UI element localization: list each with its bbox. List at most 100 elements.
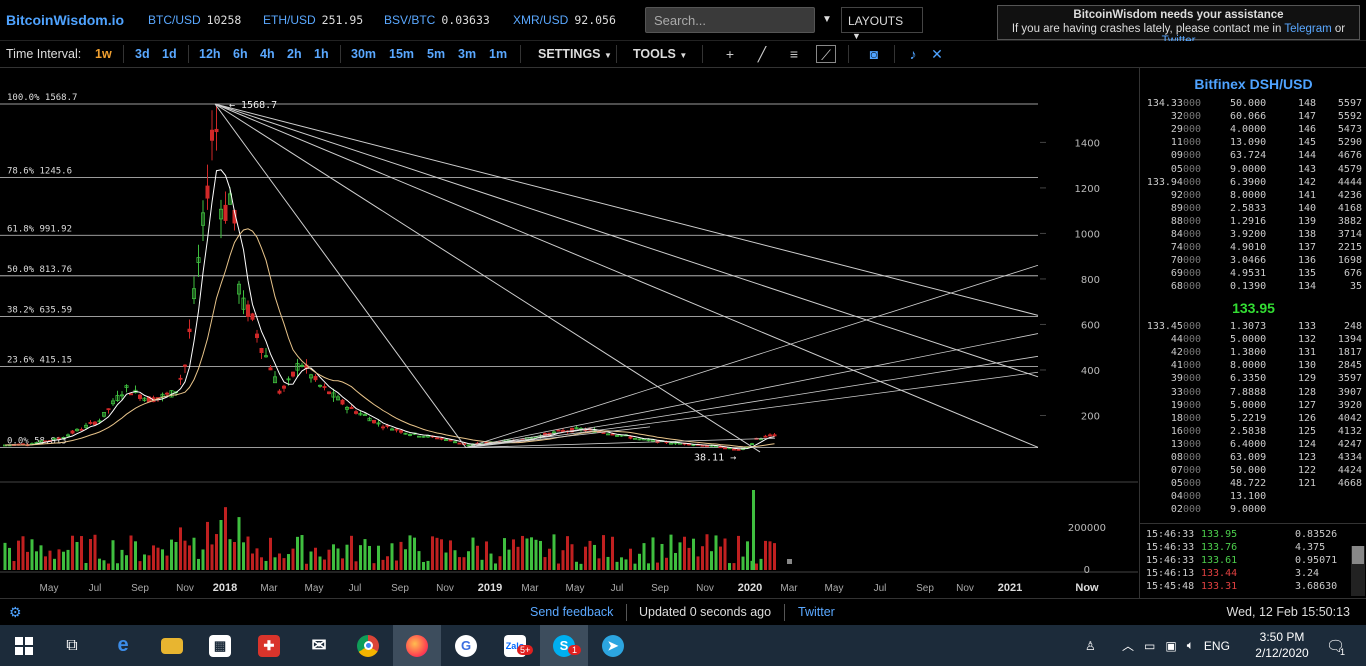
ask-row[interactable]: 84000 3.9200 138 3714 <box>1140 229 1366 242</box>
bid-row[interactable]: 05000 48.722 121 4668 <box>1140 478 1366 491</box>
search-dropdown-icon[interactable]: ▼ <box>818 10 836 30</box>
ask-row[interactable]: 70000 3.0466 136 1698 <box>1140 255 1366 268</box>
ask-row[interactable]: 29000 4.0000 146 5473 <box>1140 124 1366 137</box>
ticker-btc[interactable]: BTC/USD 10258 <box>148 13 241 27</box>
network-icon: ▣ <box>1165 638 1177 653</box>
trendline-icon[interactable]: ╱ <box>752 45 772 63</box>
ticker-xmr[interactable]: XMR/USD 92.056 <box>513 13 616 27</box>
bid-row[interactable]: 42000 1.3800 131 1817 <box>1140 347 1366 360</box>
ask-row[interactable]: 74000 4.9010 137 2215 <box>1140 242 1366 255</box>
chart-canvas[interactable]: 1400 1200 1000 800 600 400 200 100.0% 1568.7 78.… <box>0 68 1138 598</box>
taskbar-clock[interactable]: 3:50 PM 2/12/2020 <box>1250 629 1314 661</box>
interval-15m[interactable]: 15m <box>389 47 414 61</box>
interval-4h[interactable]: 4h <box>260 47 275 61</box>
candle-body <box>736 449 741 451</box>
skype-icon[interactable]: S1 <box>540 625 588 666</box>
interval-1d[interactable]: 1d <box>162 47 177 61</box>
crosshair-icon[interactable]: + <box>720 45 740 63</box>
interval-1h[interactable]: 1h <box>314 47 329 61</box>
bid-row[interactable]: 04000 13.100 <box>1140 491 1366 504</box>
interval-5m[interactable]: 5m <box>427 47 445 61</box>
bid-row[interactable]: 44000 5.0000 132 1394 <box>1140 334 1366 347</box>
bid-row[interactable]: 39000 6.3350 129 3597 <box>1140 373 1366 386</box>
bid-row[interactable]: 18000 5.2219 126 4042 <box>1140 413 1366 426</box>
telegram-link[interactable]: Telegram <box>1284 23 1331 35</box>
volume-bar <box>291 548 295 570</box>
bid-row[interactable]: 33000 7.8888 128 3907 <box>1140 387 1366 400</box>
gift-app-icon[interactable]: ✚ <box>245 625 293 666</box>
task-view-icon[interactable]: ⧉ <box>48 625 96 666</box>
interval-1w[interactable]: 1w <box>95 47 112 61</box>
candle-body <box>398 430 403 433</box>
store-icon[interactable]: ▦ <box>196 625 244 666</box>
candle-body <box>106 408 111 411</box>
fullscreen-icon[interactable]: ✕ <box>927 45 947 63</box>
bid-row[interactable]: 133.45000 1.3073 133 248 <box>1140 321 1366 334</box>
twitter-status-link[interactable]: Twitter <box>798 605 835 619</box>
volume-bar <box>705 534 709 570</box>
windows-start-icon[interactable] <box>0 625 48 666</box>
zalo-icon[interactable]: Zalo 5+ <box>491 625 539 666</box>
fib-level-label: 100.0% 1568.7 <box>7 93 77 103</box>
site-logo[interactable]: BitcoinWisdom.io <box>6 12 124 28</box>
firefox-icon[interactable] <box>393 625 441 666</box>
volume-bar <box>525 538 529 570</box>
trades-scrollbar[interactable] <box>1351 546 1365 596</box>
volume-bar <box>539 540 542 570</box>
search-input[interactable]: Search... <box>645 7 815 33</box>
candle-body <box>628 436 633 439</box>
chrome-icon[interactable] <box>344 625 392 666</box>
ask-row[interactable]: 89000 2.5833 140 4168 <box>1140 203 1366 216</box>
bid-row[interactable]: 16000 2.5838 125 4132 <box>1140 426 1366 439</box>
ask-row[interactable]: 88000 1.2916 139 3882 <box>1140 216 1366 229</box>
settings-menu[interactable]: SETTINGS ▼ <box>538 47 612 61</box>
x-axis-tick-label: 2021 <box>998 582 1022 594</box>
g-app-icon[interactable]: G <box>442 625 490 666</box>
ask-row[interactable]: 133.94000 6.3900 142 4444 <box>1140 177 1366 190</box>
ask-row[interactable]: 69000 4.9531 135 676 <box>1140 268 1366 281</box>
fan-tool-icon[interactable]: ⟋ <box>816 45 836 63</box>
ask-row[interactable]: 09000 63.724 144 4676 <box>1140 150 1366 163</box>
y-axis-tick-label: 1200 <box>1075 184 1100 195</box>
tools-menu[interactable]: TOOLS ▼ <box>633 47 687 61</box>
volume-bar <box>120 549 124 570</box>
ask-row[interactable]: 68000 0.1390 134 35 <box>1140 281 1366 294</box>
ask-row[interactable]: 32000 60.066 147 5592 <box>1140 111 1366 124</box>
ask-row[interactable]: 92000 8.0000 141 4236 <box>1140 190 1366 203</box>
notification-icon[interactable]: 🗨︎ 1 <box>1326 625 1345 666</box>
interval-6h[interactable]: 6h <box>233 47 248 61</box>
file-explorer-icon[interactable] <box>148 625 196 666</box>
bid-row[interactable]: 41000 8.0000 130 2845 <box>1140 360 1366 373</box>
interval-1m[interactable]: 1m <box>489 47 507 61</box>
ask-row[interactable]: 05000 9.0000 143 4579 <box>1140 164 1366 177</box>
bell-icon[interactable]: ♪ <box>903 45 923 63</box>
people-icon[interactable]: ♙ <box>1085 625 1096 666</box>
horizontal-lines-icon[interactable]: ≡ <box>784 45 804 63</box>
layouts-button[interactable]: LAYOUTS ▼ <box>841 7 923 41</box>
ask-row[interactable]: 11000 13.090 145 5290 <box>1140 137 1366 150</box>
mail-icon[interactable]: ✉ <box>295 625 343 666</box>
bid-row[interactable]: 19000 5.0000 127 3920 <box>1140 400 1366 413</box>
bid-row[interactable]: 13000 6.4000 124 4247 <box>1140 439 1366 452</box>
interval-12h[interactable]: 12h <box>199 47 221 61</box>
interval-30m[interactable]: 30m <box>351 47 376 61</box>
bid-row[interactable]: 08000 63.009 123 4334 <box>1140 452 1366 465</box>
ticker-eth[interactable]: ETH/USD 251.95 <box>263 13 363 27</box>
system-tray[interactable]: ︿ ▭ ▣ 🔈︎ ENG <box>1122 625 1230 666</box>
telegram-icon[interactable]: ➤ <box>589 625 637 666</box>
camera-icon[interactable]: ◙ <box>864 45 884 63</box>
price-chart[interactable]: 1400 1200 1000 800 600 400 200 100.0% 1568.7 78.… <box>0 68 1138 598</box>
bid-row[interactable]: 07000 50.000 122 4424 <box>1140 465 1366 478</box>
ask-row[interactable]: 134.33000 50.000 148 5597 <box>1140 98 1366 111</box>
interval-3d[interactable]: 3d <box>135 47 150 61</box>
interval-3m[interactable]: 3m <box>458 47 476 61</box>
interval-2h[interactable]: 2h <box>287 47 302 61</box>
volume-bar <box>377 545 380 570</box>
candle-body <box>205 185 210 199</box>
gear-icon[interactable]: ⚙ <box>9 604 22 621</box>
bid-row[interactable]: 02000 9.0000 <box>1140 504 1366 517</box>
edge-icon[interactable]: e <box>99 625 147 666</box>
ticker-bsv[interactable]: BSV/BTC 0.03633 <box>384 13 490 27</box>
volume-bar <box>431 536 434 570</box>
send-feedback-link[interactable]: Send feedback <box>530 605 613 619</box>
